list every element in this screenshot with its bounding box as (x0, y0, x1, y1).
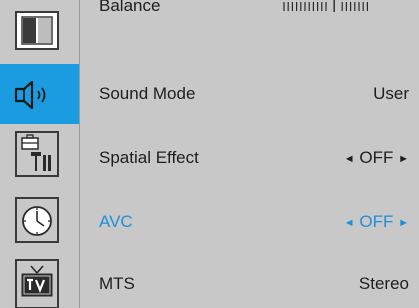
sidebar-item-picture[interactable] (0, 0, 80, 60)
left-arrow-icon[interactable]: ◄ (344, 153, 355, 165)
balance-ticks (283, 0, 369, 12)
avc-selector: ◄ OFF ► (344, 192, 409, 253)
mts-value: Stereo (358, 274, 409, 293)
spatial-effect-value: OFF (359, 148, 394, 167)
speaker-icon (14, 80, 46, 110)
setup-tools-icon (15, 131, 59, 177)
avc-label: AVC (99, 212, 133, 231)
osd-menu: Balance Sound Mode User Spatial Effect ◄… (0, 0, 419, 308)
right-arrow-icon[interactable]: ► (398, 153, 409, 165)
spatial-effect-label: Spatial Effect (99, 148, 199, 167)
category-sidebar (0, 0, 80, 308)
sound-mode-value: User (373, 84, 409, 103)
sidebar-item-tv[interactable] (0, 256, 80, 308)
sound-mode-label: Sound Mode (99, 84, 196, 103)
balance-slider[interactable] (283, 0, 409, 12)
tv-icon (15, 259, 59, 308)
left-arrow-icon[interactable]: ◄ (344, 217, 355, 229)
clock-icon (15, 197, 59, 243)
spatial-effect-selector: ◄ OFF ► (344, 128, 409, 189)
sidebar-item-sound[interactable] (0, 64, 80, 124)
menu-row-sound-mode[interactable]: Sound Mode User (80, 64, 419, 124)
right-arrow-icon[interactable]: ► (398, 217, 409, 229)
picture-icon (15, 11, 59, 50)
menu-row-spatial-effect[interactable]: Spatial Effect ◄ OFF ► (80, 128, 419, 188)
mts-label: MTS (99, 274, 135, 293)
sound-menu-list: Balance Sound Mode User Spatial Effect ◄… (80, 0, 419, 308)
avc-value: OFF (359, 212, 394, 231)
sidebar-item-setup[interactable] (0, 128, 80, 188)
menu-row-avc[interactable]: AVC ◄ OFF ► (80, 192, 419, 252)
balance-label: Balance (99, 0, 161, 15)
menu-row-mts[interactable]: MTS Stereo (80, 256, 419, 308)
sidebar-item-time[interactable] (0, 192, 80, 252)
menu-row-balance[interactable]: Balance (80, 0, 419, 36)
